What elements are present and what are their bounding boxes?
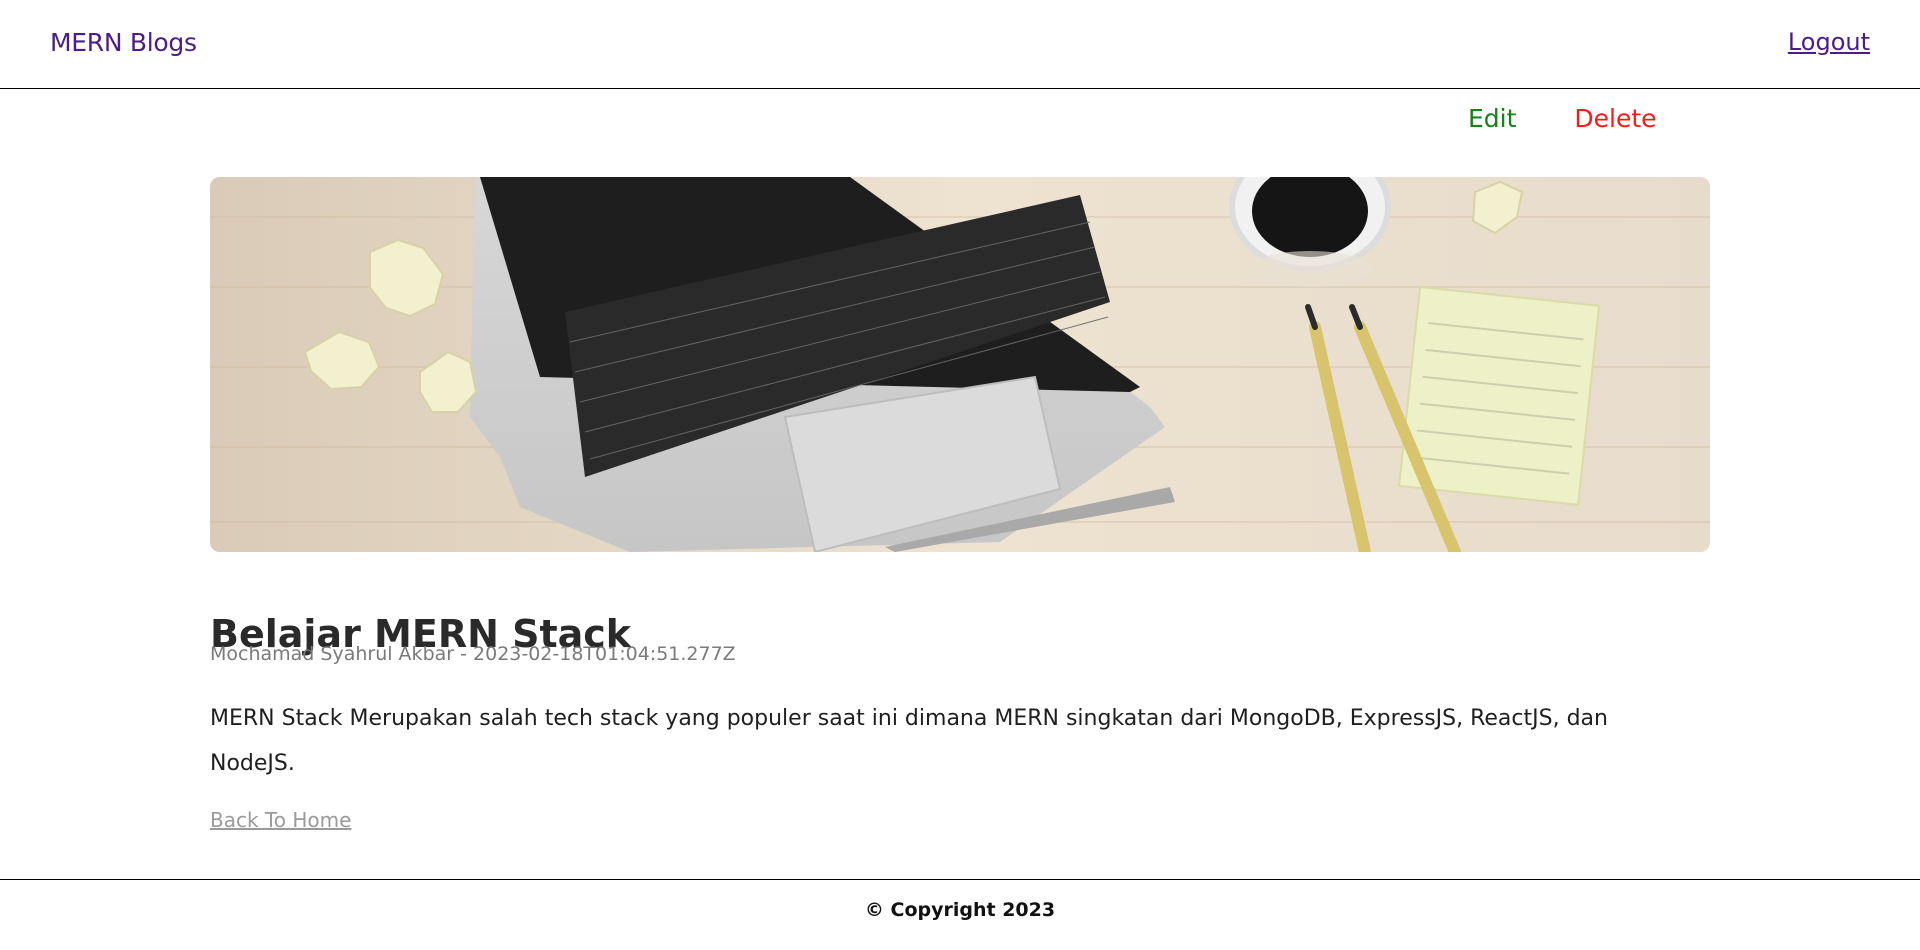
edit-button[interactable]: Edit <box>1468 104 1516 133</box>
delete-button[interactable]: Delete <box>1574 104 1656 133</box>
post-body: MERN Stack Merupakan salah tech stack ya… <box>210 706 1608 776</box>
post-cover-image <box>210 177 1710 552</box>
site-footer: © Copyright 2023 <box>0 879 1920 950</box>
post-actions: Edit Delete <box>1468 104 1657 133</box>
site-header: MERN Blogs Logout <box>0 0 1920 89</box>
brand-logo[interactable]: MERN Blogs <box>50 28 197 57</box>
logout-link[interactable]: Logout <box>1788 28 1870 56</box>
back-to-home-link[interactable]: Back To Home <box>210 808 351 832</box>
post-meta: Mochamad Syahrul Akbar - 2023-02-18T01:0… <box>210 643 736 665</box>
copyright-text: © Copyright 2023 <box>864 899 1056 921</box>
